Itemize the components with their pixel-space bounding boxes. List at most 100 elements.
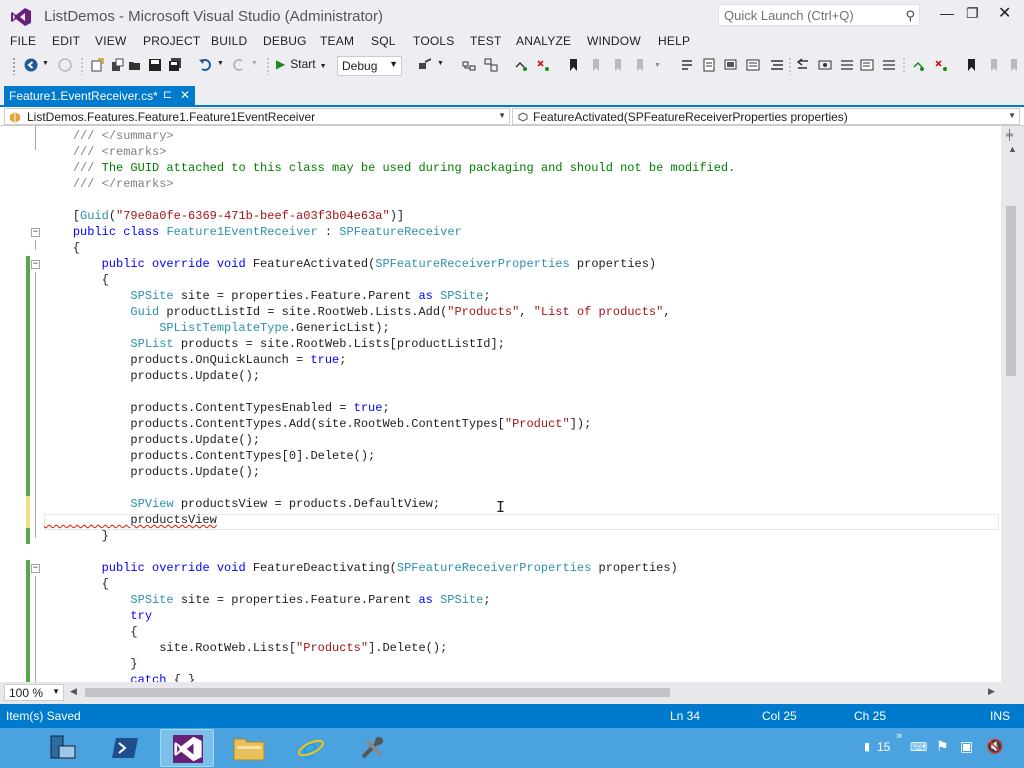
breakpoints-icon[interactable] [882,58,896,72]
locals-icon[interactable] [860,58,874,72]
configuration-value: Debug [342,59,378,73]
collapse-toggle[interactable]: − [31,228,40,237]
restore-icon[interactable]: ❐ [966,5,979,22]
quick-launch-input[interactable]: Quick Launch (Ctrl+Q) ⚲ [718,4,920,26]
solution-configuration-select[interactable]: Debug ▼ [337,56,402,76]
tab-feature1-eventreceiver[interactable]: Feature1.EventReceiver.cs* ⊏ ✕ [4,86,195,107]
unsaved-change-bar [26,496,30,528]
format-icon[interactable] [770,58,784,72]
watch-icon[interactable] [818,58,832,72]
zoom-select[interactable]: 100 % ▼ [4,684,64,701]
flag-prev-icon[interactable] [1006,58,1020,72]
task-list-icon[interactable] [912,58,926,72]
menu-project[interactable]: PROJECT [143,34,200,48]
saved-change-bar [26,560,30,682]
tray-chevron-icon[interactable]: » [896,730,902,742]
taskbar-server-manager[interactable] [36,729,90,767]
tools-icon [361,737,383,759]
collapse-toggle[interactable]: − [31,260,40,269]
toolbar-grip[interactable] [12,57,16,75]
types-dropdown[interactable]: ListDemos.Features.Feature1.Feature1Even… [4,108,510,125]
attach-dropdown-icon[interactable]: ▼ [437,60,444,67]
taskbar-tools[interactable] [346,729,400,767]
code-line: } [44,529,109,543]
save-all-icon[interactable] [168,58,182,72]
action-center-flag-icon[interactable]: ⚑ [936,738,949,755]
menu-team[interactable]: TEAM [320,34,354,48]
tray-meter-icon[interactable]: ▮ [864,740,870,753]
save-icon[interactable] [148,58,162,72]
menu-window[interactable]: WINDOW [587,34,641,48]
taskbar-file-explorer[interactable] [222,729,276,767]
redo-icon[interactable] [232,58,246,72]
remove-task-icon[interactable] [934,58,948,72]
output-icon[interactable] [746,58,760,72]
menu-debug[interactable]: DEBUG [263,34,307,48]
horizontal-scroll-thumb[interactable] [85,688,670,697]
menu-test[interactable]: TEST [470,34,501,48]
scroll-left-icon[interactable]: ◀ [70,686,77,697]
code-line: products.OnQuickLaunch = true; [44,353,347,367]
redo-dropdown-icon[interactable]: ▼ [251,60,258,67]
next-bookmark-icon[interactable] [610,58,624,72]
attach-debugger-icon[interactable] [418,58,432,72]
open-icon[interactable] [128,58,142,72]
taskbar-internet-explorer[interactable]: e [284,729,338,767]
splitter-icon[interactable]: ╪ [1006,130,1013,141]
scroll-thumb[interactable] [1006,206,1016,376]
solution-explorer-icon[interactable] [462,58,476,72]
menu-tools[interactable]: TOOLS [413,34,454,48]
flag-next-icon[interactable] [986,58,1000,72]
taskbar-visual-studio[interactable] [160,729,214,767]
undo-icon[interactable] [198,58,212,72]
menu-help[interactable]: HELP [658,34,690,48]
minimize-icon[interactable]: — [940,5,954,21]
menu-sql[interactable]: SQL [371,34,396,48]
find-icon[interactable] [724,58,738,72]
taskbar-powershell[interactable] [98,729,152,767]
prev-bookmark-icon[interactable] [588,58,602,72]
start-debugging-button[interactable]: ▶ Start ▼ [276,57,327,71]
collapse-toggle[interactable]: − [31,564,40,573]
tray-keyboard-icon[interactable]: ⌨ [910,740,927,754]
code-editor[interactable]: − − − /// </summary> /// <remarks> /// T… [0,126,1024,682]
network-icon[interactable]: ▣ [960,738,973,755]
menu-build[interactable]: BUILD [211,34,247,48]
editor-gutter: − − − [0,126,44,682]
add-item-icon[interactable] [110,58,124,72]
code-line-text: productsView [44,513,217,527]
forward-icon[interactable] [58,58,72,72]
vertical-scrollbar[interactable]: ╪ ▲ [1001,126,1024,682]
step-in-icon[interactable] [514,58,528,72]
menu-file[interactable]: FILE [10,34,36,48]
scroll-right-icon[interactable]: ▶ [988,686,995,697]
members-dropdown[interactable]: FeatureActivated(SPFeatureReceiverProper… [512,108,1020,125]
comment-icon[interactable] [680,58,694,72]
document-icon[interactable] [702,58,716,72]
bookmark-folder-icon[interactable] [632,58,646,72]
volume-muted-icon[interactable]: 🔇 [986,738,1003,755]
navigate-icon[interactable] [796,58,810,72]
back-dropdown-icon[interactable]: ▼ [42,60,49,67]
undo-dropdown-icon[interactable]: ▼ [217,60,224,67]
new-project-icon[interactable] [90,58,104,72]
pin-icon[interactable]: ⊏ [163,88,172,101]
back-icon[interactable] [24,58,38,72]
menu-edit[interactable]: EDIT [52,34,80,48]
code-area[interactable]: /// </summary> /// <remarks> /// The GUI… [44,128,999,682]
code-line: catch { } [130,673,196,682]
bookmark-dropdown-icon[interactable]: ▼ [654,62,661,69]
menu-view[interactable]: VIEW [95,34,126,48]
close-tab-icon[interactable]: ✕ [180,88,190,102]
close-icon[interactable]: ✕ [998,3,1011,23]
flag-icon[interactable] [964,58,978,72]
bookmark-icon[interactable] [566,58,580,72]
code-line: products.ContentTypes.Add(site.RootWeb.C… [44,417,592,431]
code-line: products.ContentTypesEnabled = true; [44,401,390,415]
class-view-icon[interactable] [484,58,498,72]
menu-analyze[interactable]: ANALYZE [516,34,571,48]
chevron-down-icon: ▼ [52,687,60,696]
call-stack-icon[interactable] [840,58,854,72]
step-out-icon[interactable] [536,58,550,72]
scroll-up-icon[interactable]: ▲ [1008,144,1017,154]
